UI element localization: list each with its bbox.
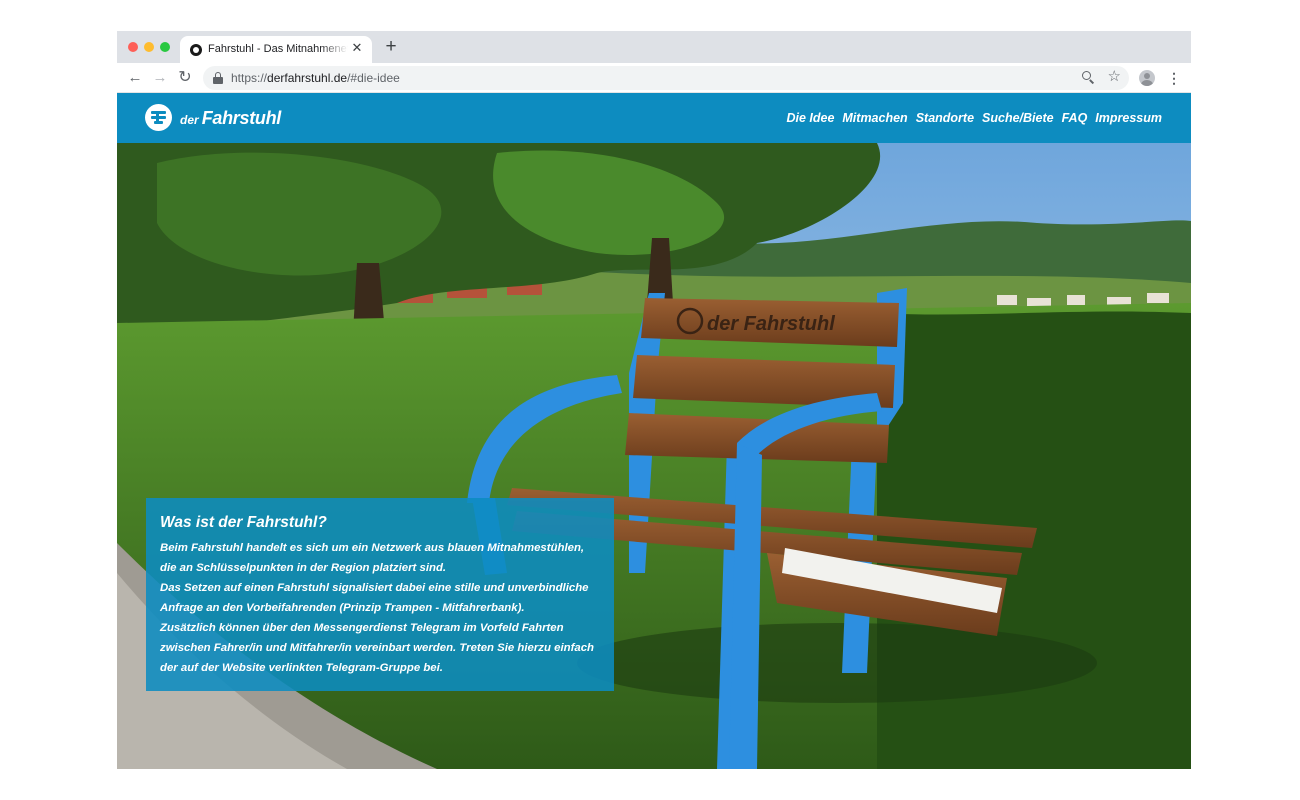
info-line: die an Schlüsselpunkten in der Region pl… [160, 562, 447, 574]
lock-icon[interactable] [213, 72, 223, 84]
star-icon[interactable]: ☆ [1108, 68, 1121, 86]
logo-wordmark: der Fahrstuhl [180, 108, 281, 129]
url-host: derfahrstuhl.de [267, 71, 348, 85]
info-line: Beim Fahrstuhl handelt es sich um ein Ne… [160, 542, 585, 554]
nav-link-mitmachen[interactable]: Mitmachen [842, 111, 907, 125]
nav-link-impressum[interactable]: Impressum [1095, 111, 1162, 125]
url-text[interactable]: https://derfahrstuhl.de/#die-idee [231, 71, 400, 85]
info-line: Das Setzen auf einen Fahrstuhl signalisi… [160, 582, 589, 594]
site-favicon-icon [190, 44, 202, 56]
maximize-window-button[interactable] [160, 42, 170, 52]
main-nav: Die Idee Mitmachen Standorte Suche/Biete… [786, 111, 1162, 125]
profile-icon[interactable] [1139, 70, 1155, 86]
info-title: Was ist der Fahrstuhl? [160, 514, 327, 531]
logo-text-small: der [180, 113, 199, 127]
browser-toolbar: ← → ↻ https://derfahrstuhl.de/#die-idee … [117, 63, 1191, 93]
fahrstuhl-logo-icon [145, 104, 172, 131]
tab-close-icon[interactable]: ✕ [350, 41, 364, 55]
close-window-button[interactable] [128, 42, 138, 52]
kebab-menu-icon[interactable]: ⋮ [1167, 70, 1181, 86]
reload-icon[interactable]: ↻ [176, 69, 194, 87]
nav-link-standorte[interactable]: Standorte [916, 111, 974, 125]
back-arrow-icon[interactable]: ← [126, 69, 144, 87]
minimize-window-button[interactable] [144, 42, 154, 52]
url-path: /#die-idee [347, 71, 400, 85]
tab-strip: Fahrstuhl - Das Mitnahmenetzwerk ✕ + [117, 31, 1191, 63]
forward-arrow-icon[interactable]: → [151, 69, 169, 87]
url-scheme: https:// [231, 71, 268, 85]
tab-active[interactable]: Fahrstuhl - Das Mitnahmenetzwerk ✕ [180, 36, 372, 63]
web-page: der Fahrstuhl Die Idee Mitmachen Standort… [117, 93, 1191, 769]
site-logo[interactable]: der Fahrstuhl [145, 104, 285, 132]
info-line: Zusätzlich können über den Messengerdien… [160, 622, 564, 634]
info-text: Beim Fahrstuhl handelt es sich um ein Ne… [160, 538, 600, 678]
new-tab-button[interactable]: + [381, 37, 401, 57]
address-bar[interactable]: https://derfahrstuhl.de/#die-idee ☆ [203, 66, 1129, 90]
info-box: Was ist der Fahrstuhl? Beim Fahrstuhl ha… [146, 498, 614, 691]
nav-link-die-idee[interactable]: Die Idee [786, 111, 834, 125]
site-header: der Fahrstuhl Die Idee Mitmachen Standort… [117, 93, 1191, 143]
bench-backrest-text: der Fahrstuhl [707, 313, 835, 335]
logo-text-big: Fahrstuhl [201, 108, 282, 128]
hero-image: der Fahrstuhl Was ist der Fahrstuhl? Bei… [117, 143, 1191, 769]
nav-link-faq[interactable]: FAQ [1062, 111, 1088, 125]
info-line: zwischen Fahrer/in und Mitfahrer/in vere… [160, 642, 595, 654]
browser-window: Fahrstuhl - Das Mitnahmenetzwerk ✕ + ← →… [117, 31, 1191, 769]
zoom-icon[interactable] [1081, 70, 1095, 84]
info-line: der auf der Website verlinkten Telegram-… [160, 662, 443, 674]
nav-link-suche-biete[interactable]: Suche/Biete [982, 111, 1054, 125]
tab-title: Fahrstuhl - Das Mitnahmenetzwerk [208, 43, 348, 55]
info-line: Anfrage an den Vorbeifahrenden (Prinzip … [160, 602, 525, 614]
